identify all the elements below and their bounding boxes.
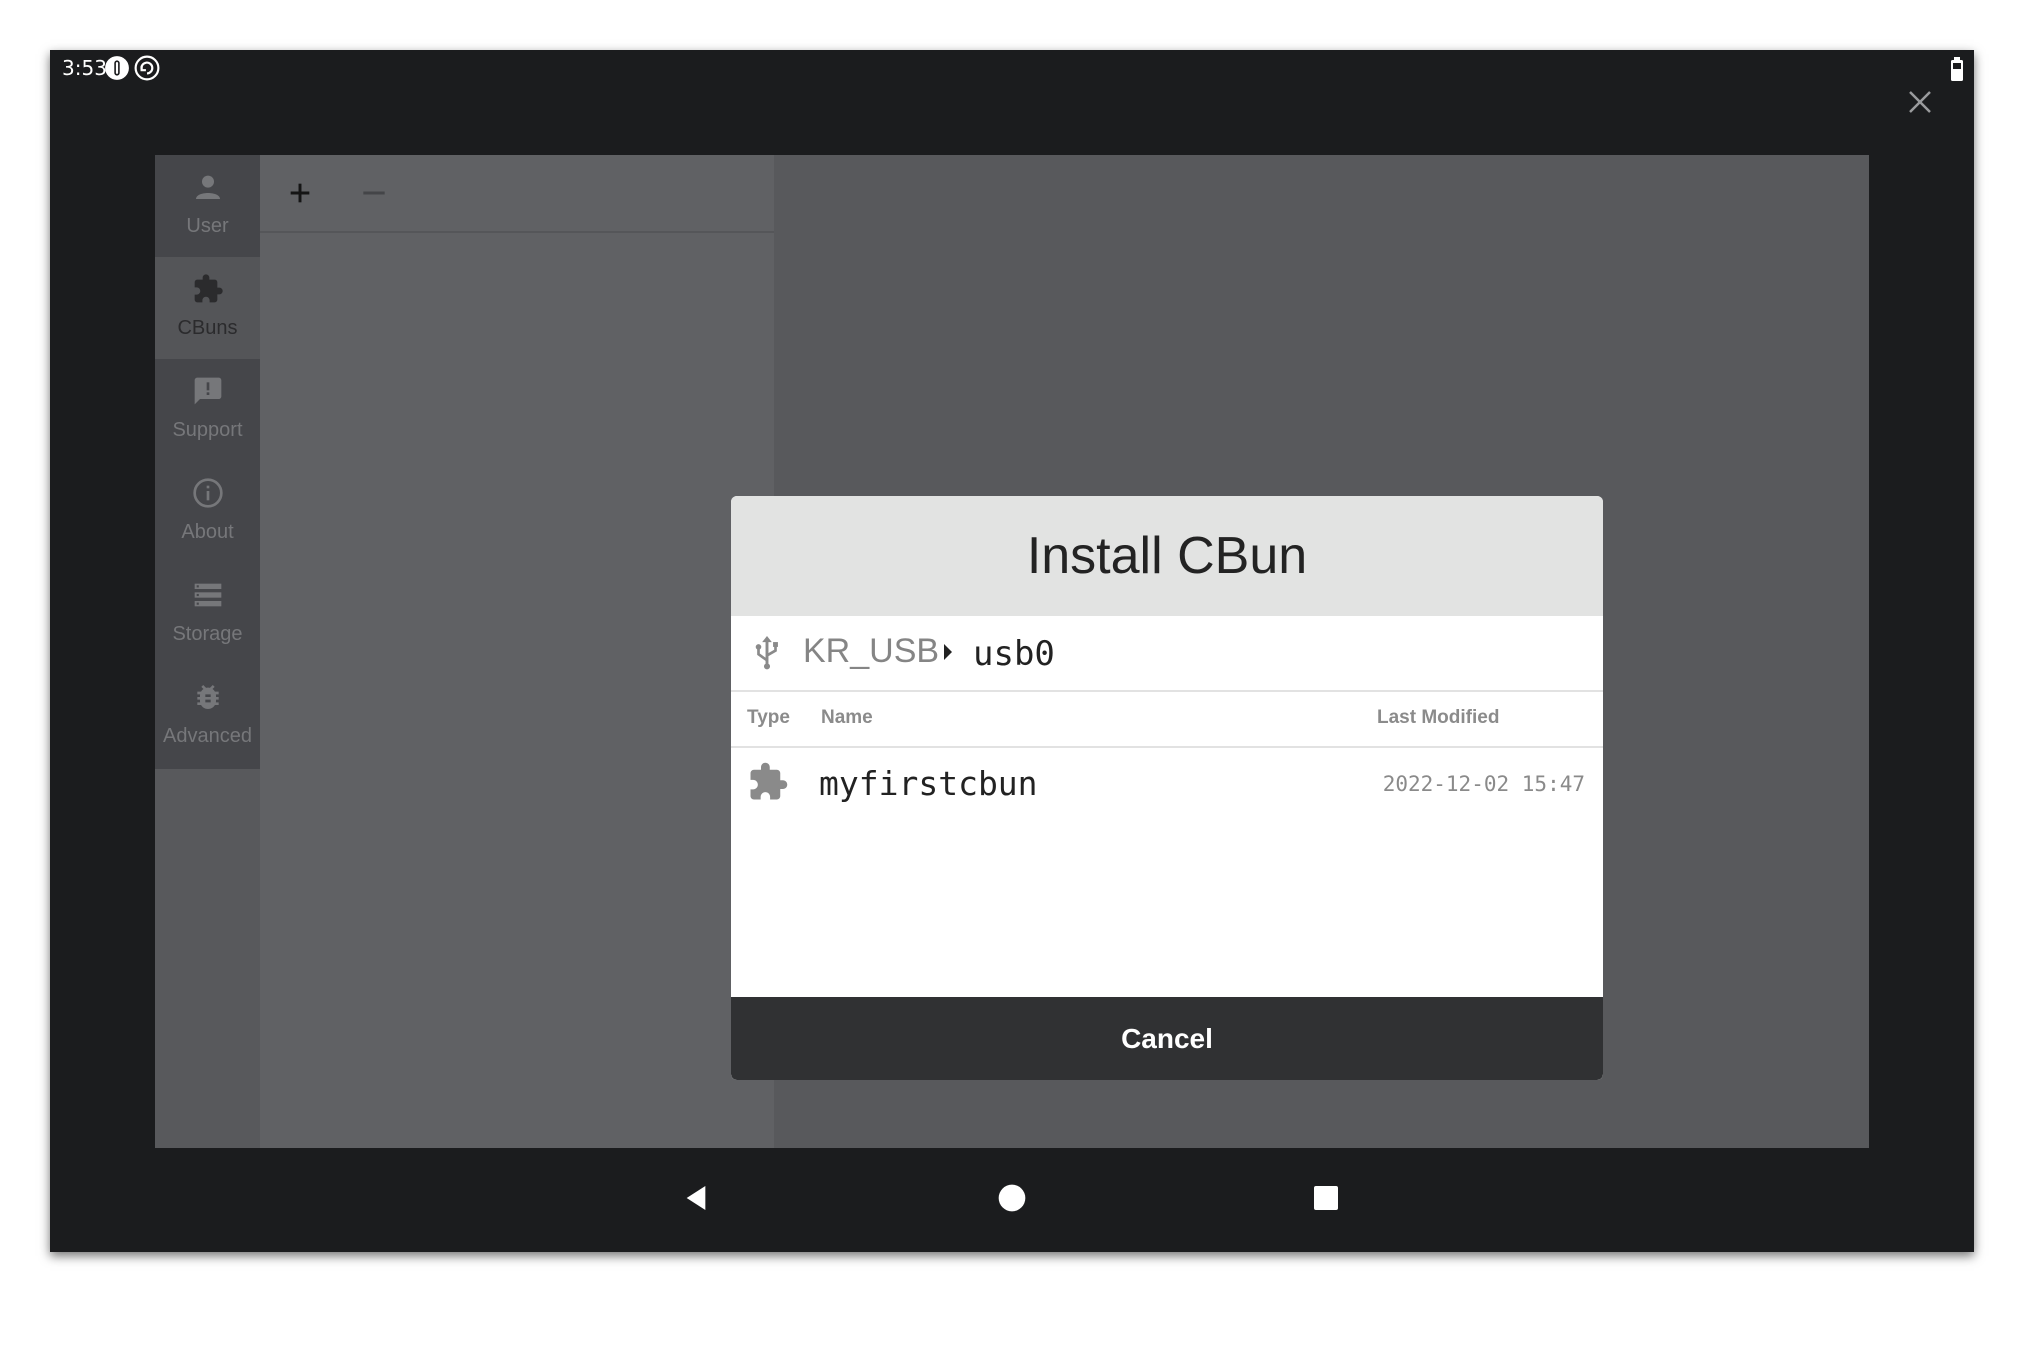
install-cbun-dialog: Install CBun KR_USB usb0 Type Name Last … — [731, 496, 1603, 1080]
app-window: User CBuns Support About Storage Advance… — [155, 155, 1869, 1148]
plus-icon[interactable] — [284, 177, 316, 209]
cancel-button-label: Cancel — [1121, 1023, 1213, 1054]
list-toolbar — [260, 155, 774, 233]
column-last-modified[interactable]: Last Modified — [1377, 707, 1499, 729]
info-icon — [193, 478, 223, 508]
sidebar-item-label: CBuns — [177, 317, 238, 339]
home-icon[interactable] — [996, 1182, 1028, 1214]
sync-circle-icon — [134, 55, 160, 81]
sidebar-item-cbuns[interactable]: CBuns — [155, 257, 260, 359]
recents-icon[interactable] — [1310, 1182, 1342, 1214]
battery-icon — [1951, 57, 1963, 81]
sidebar: User CBuns Support About Storage Advance… — [155, 155, 260, 769]
column-name[interactable]: Name — [821, 707, 873, 729]
sidebar-item-label: Support — [172, 419, 243, 441]
android-nav-bar — [50, 1148, 1974, 1252]
table-header: Type Name Last Modified — [731, 690, 1603, 748]
user-icon — [196, 175, 220, 199]
sidebar-item-label: User — [186, 215, 229, 237]
dialog-header: Install CBun — [731, 496, 1603, 616]
close-icon[interactable] — [1906, 88, 1934, 116]
device-frame: 3:53 User CBuns Support About Storage Ad… — [50, 50, 1974, 1252]
row-name: myfirstcbun — [819, 764, 1038, 803]
usb-icon — [755, 636, 778, 670]
puzzle-icon — [194, 274, 223, 303]
sidebar-item-user[interactable]: User — [155, 155, 260, 257]
storage-icon — [194, 583, 222, 607]
dialog-title: Install CBun — [1026, 527, 1308, 585]
sidebar-item-label: About — [181, 521, 234, 543]
feedback-icon — [194, 377, 222, 405]
breadcrumb: KR_USB usb0 — [731, 616, 1603, 692]
caret-right-icon — [944, 644, 952, 660]
status-clock: 3:53 — [62, 56, 107, 80]
puzzle-icon — [750, 762, 788, 800]
sidebar-item-about[interactable]: About — [155, 461, 260, 563]
breadcrumb-current: usb0 — [973, 634, 1055, 674]
column-type[interactable]: Type — [747, 707, 790, 729]
cancel-button[interactable]: Cancel — [731, 997, 1603, 1080]
sidebar-item-support[interactable]: Support — [155, 359, 260, 461]
sidebar-item-label: Storage — [172, 623, 243, 645]
cbun-list-pane — [260, 155, 774, 1148]
sidebar-item-label: Advanced — [163, 725, 252, 747]
sidebar-item-advanced[interactable]: Advanced — [155, 665, 260, 767]
table-row[interactable]: myfirstcbun 2022-12-02 15:47 — [731, 748, 1603, 824]
row-last-modified: 2022-12-02 15:47 — [1382, 772, 1585, 796]
breadcrumb-root[interactable]: KR_USB — [803, 632, 939, 671]
minus-icon[interactable] — [358, 177, 390, 209]
back-icon[interactable] — [680, 1182, 712, 1214]
alert-circle-icon — [105, 56, 129, 80]
bug-icon — [197, 685, 219, 709]
sidebar-item-storage[interactable]: Storage — [155, 563, 260, 665]
status-bar: 3:53 — [50, 50, 1974, 86]
